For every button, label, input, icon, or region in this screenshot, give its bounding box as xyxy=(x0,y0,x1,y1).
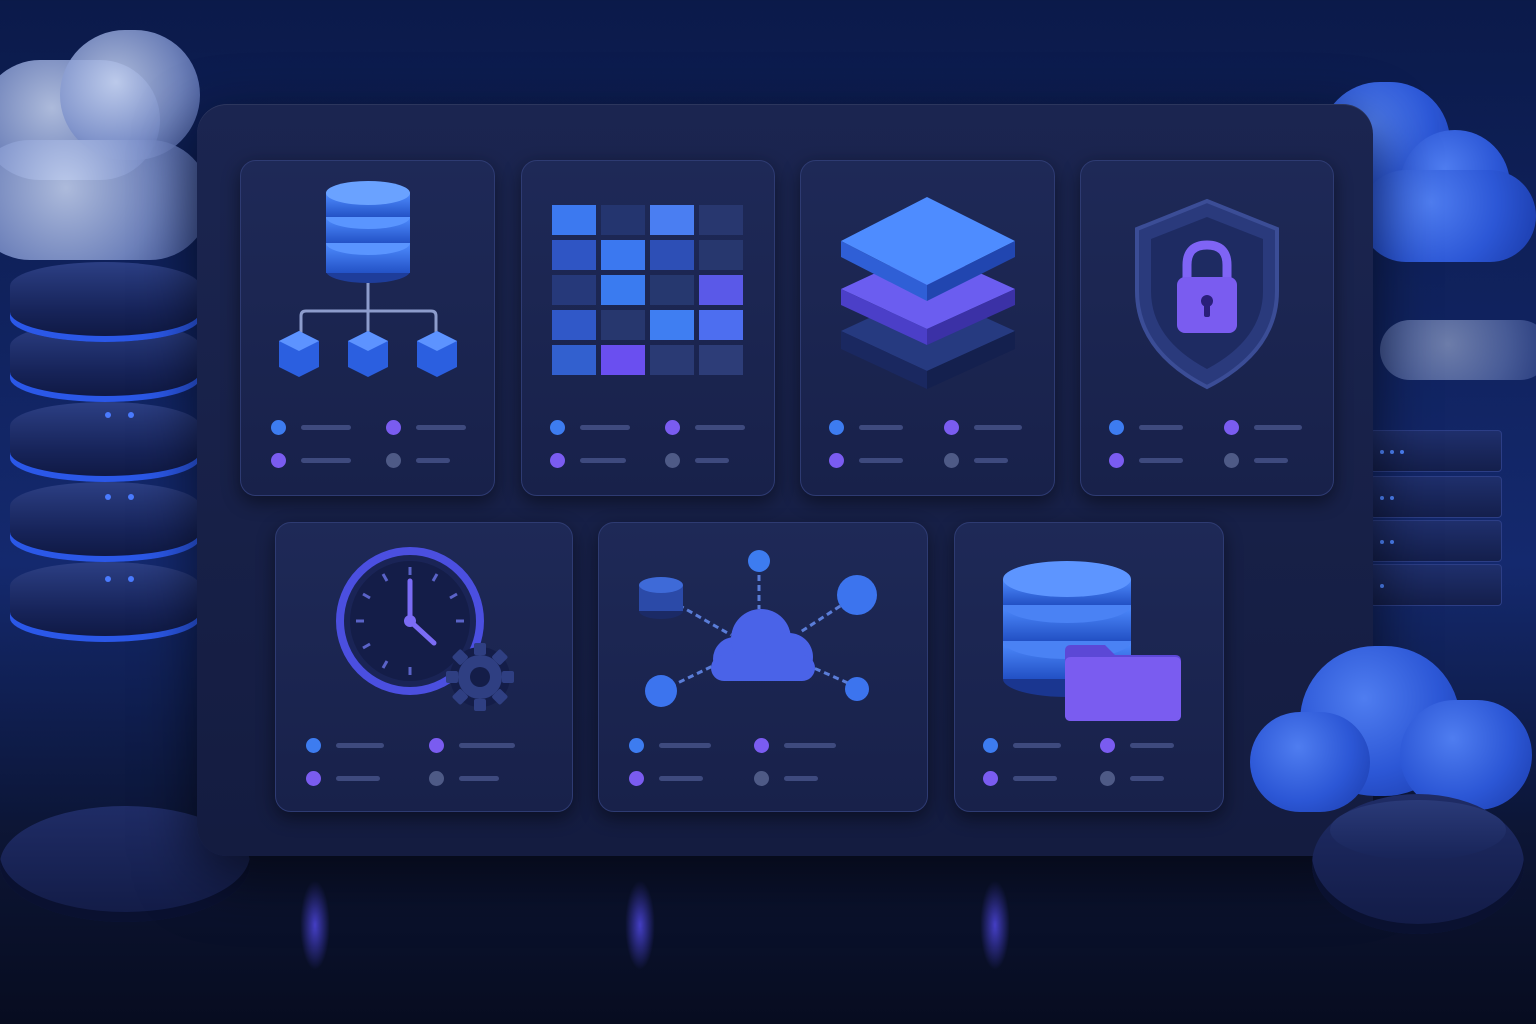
legend-bar xyxy=(416,425,466,430)
indicator-light xyxy=(1380,496,1384,500)
indicator-light xyxy=(128,494,134,500)
legend-bar xyxy=(859,425,903,430)
card-cloud-network[interactable] xyxy=(598,522,928,812)
legend-dot xyxy=(754,771,769,786)
indicator-light xyxy=(128,412,134,418)
legend-bar xyxy=(459,743,515,748)
legend-dot xyxy=(983,738,998,753)
database-disk xyxy=(10,262,200,342)
data-grid-icon xyxy=(552,205,743,375)
rack-unit xyxy=(1370,564,1502,606)
legend-bar xyxy=(416,458,450,463)
shield-lock-icon xyxy=(1135,198,1279,390)
legend-dot xyxy=(550,453,565,468)
cloud-right-background xyxy=(1380,320,1536,380)
indicator-light xyxy=(105,412,111,418)
legend-dot xyxy=(271,453,286,468)
card-scheduler[interactable] xyxy=(275,522,573,812)
legend-bar xyxy=(1013,776,1057,781)
server-rack xyxy=(1370,400,1502,610)
legend-dot xyxy=(1109,420,1124,435)
card-database-hierarchy[interactable] xyxy=(240,160,495,496)
legend-bar xyxy=(974,458,1008,463)
database-folder-icon xyxy=(1003,561,1181,721)
layers-icon xyxy=(841,197,1015,389)
card-layers[interactable] xyxy=(800,160,1055,496)
floor-glow xyxy=(300,880,330,970)
floor-glow xyxy=(980,880,1010,970)
legend-bar xyxy=(974,425,1022,430)
indicator-light xyxy=(105,494,111,500)
legend-dot xyxy=(429,771,444,786)
legend-bar xyxy=(459,776,499,781)
legend-bar xyxy=(301,458,351,463)
legend-bar xyxy=(580,425,630,430)
legend-bar xyxy=(859,458,903,463)
database-cylinder-stack xyxy=(10,262,200,642)
legend-bar xyxy=(1254,458,1288,463)
legend-dot xyxy=(429,738,444,753)
legend-dot xyxy=(629,771,644,786)
legend-bar xyxy=(1254,425,1302,430)
legend-bar xyxy=(659,743,711,748)
indicator-light xyxy=(1380,584,1384,588)
legend-dot xyxy=(944,420,959,435)
legend-bar xyxy=(659,776,703,781)
legend-dot xyxy=(550,420,565,435)
legend-bar xyxy=(1013,743,1061,748)
dashboard-board xyxy=(197,104,1373,856)
indicator-light xyxy=(128,576,134,582)
legend-dot xyxy=(754,738,769,753)
card-security[interactable] xyxy=(1080,160,1334,496)
legend-dot xyxy=(665,420,680,435)
legend-dot xyxy=(306,771,321,786)
legend-dot xyxy=(944,453,959,468)
legend-bar xyxy=(784,743,836,748)
card-data-grid[interactable] xyxy=(521,160,775,496)
legend-dot xyxy=(386,420,401,435)
indicator-light xyxy=(1390,450,1394,454)
legend-dot xyxy=(1100,738,1115,753)
legend-bar xyxy=(580,458,626,463)
legend-dot xyxy=(829,420,844,435)
legend-bar xyxy=(336,776,380,781)
legend-dot xyxy=(306,738,321,753)
database-hierarchy-icon xyxy=(279,181,457,377)
legend-dot xyxy=(1224,420,1239,435)
database-disk xyxy=(10,562,200,642)
legend-bar xyxy=(695,458,729,463)
indicator-light xyxy=(1380,540,1384,544)
legend-bar xyxy=(1139,425,1183,430)
background-scene xyxy=(0,0,1536,1024)
indicator-light xyxy=(105,576,111,582)
legend-bar xyxy=(301,425,351,430)
legend-dot xyxy=(629,738,644,753)
legend-bar xyxy=(336,743,384,748)
card-database-storage[interactable] xyxy=(954,522,1224,812)
indicator-light xyxy=(1380,450,1384,454)
legend-bar xyxy=(784,776,818,781)
indicator-light xyxy=(1390,540,1394,544)
legend-dot xyxy=(983,771,998,786)
cloud-network-icon xyxy=(639,550,877,707)
legend-dot xyxy=(1224,453,1239,468)
floor-glow xyxy=(625,880,655,970)
clock-gear-icon xyxy=(336,547,514,711)
legend-dot xyxy=(271,420,286,435)
legend-dot xyxy=(1109,453,1124,468)
platform-disk-right-top xyxy=(1330,800,1506,860)
cloud-foreground-right-2 xyxy=(1250,712,1370,812)
indicator-light xyxy=(1390,496,1394,500)
legend-dot xyxy=(1100,771,1115,786)
indicator-light xyxy=(1400,450,1404,454)
cloud-left-background-3 xyxy=(0,140,210,260)
legend-bar xyxy=(1139,458,1183,463)
legend-bar xyxy=(1130,743,1174,748)
legend-bar xyxy=(1130,776,1164,781)
legend-bar xyxy=(695,425,745,430)
legend-dot xyxy=(386,453,401,468)
cloud-top-right-3 xyxy=(1360,170,1536,262)
legend-dot xyxy=(829,453,844,468)
legend-dot xyxy=(665,453,680,468)
